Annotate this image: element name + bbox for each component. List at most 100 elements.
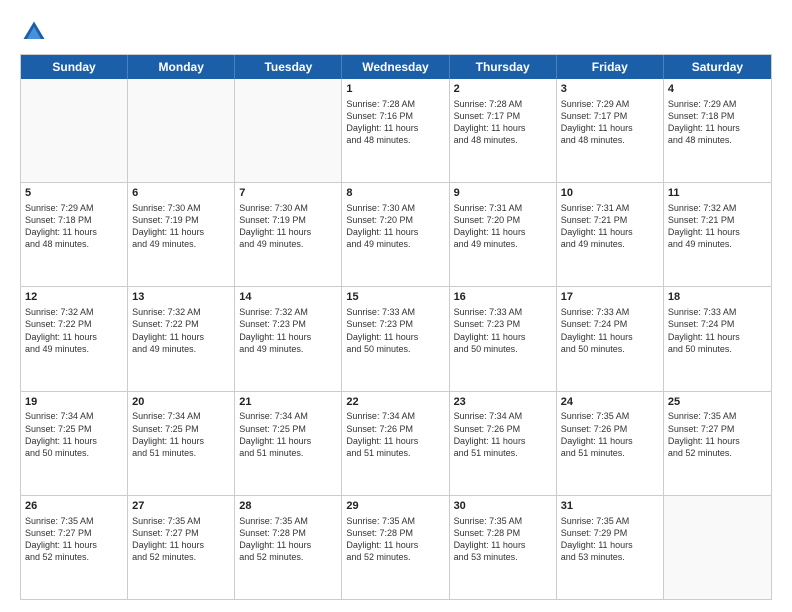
calendar-day-cell: 21Sunrise: 7:34 AM Sunset: 7:25 PM Dayli… (235, 392, 342, 495)
calendar-day-cell: 1Sunrise: 7:28 AM Sunset: 7:16 PM Daylig… (342, 79, 449, 182)
calendar-header-cell: Thursday (450, 55, 557, 79)
day-number: 10 (561, 186, 659, 201)
header (20, 18, 772, 46)
day-number: 16 (454, 290, 552, 305)
day-info: Sunrise: 7:35 AM Sunset: 7:29 PM Dayligh… (561, 515, 659, 564)
day-info: Sunrise: 7:29 AM Sunset: 7:17 PM Dayligh… (561, 98, 659, 147)
calendar-day-cell: 11Sunrise: 7:32 AM Sunset: 7:21 PM Dayli… (664, 183, 771, 286)
day-number: 27 (132, 499, 230, 514)
day-info: Sunrise: 7:29 AM Sunset: 7:18 PM Dayligh… (668, 98, 767, 147)
day-number: 14 (239, 290, 337, 305)
day-info: Sunrise: 7:35 AM Sunset: 7:27 PM Dayligh… (25, 515, 123, 564)
calendar-header-cell: Wednesday (342, 55, 449, 79)
day-number: 4 (668, 82, 767, 97)
calendar-day-cell: 13Sunrise: 7:32 AM Sunset: 7:22 PM Dayli… (128, 287, 235, 390)
day-number: 8 (346, 186, 444, 201)
calendar-week: 19Sunrise: 7:34 AM Sunset: 7:25 PM Dayli… (21, 392, 771, 496)
day-number: 31 (561, 499, 659, 514)
day-number: 11 (668, 186, 767, 201)
calendar-header: SundayMondayTuesdayWednesdayThursdayFrid… (21, 55, 771, 79)
day-number: 28 (239, 499, 337, 514)
day-info: Sunrise: 7:35 AM Sunset: 7:27 PM Dayligh… (132, 515, 230, 564)
day-info: Sunrise: 7:30 AM Sunset: 7:19 PM Dayligh… (239, 202, 337, 251)
day-info: Sunrise: 7:34 AM Sunset: 7:26 PM Dayligh… (346, 410, 444, 459)
day-info: Sunrise: 7:32 AM Sunset: 7:22 PM Dayligh… (25, 306, 123, 355)
day-info: Sunrise: 7:34 AM Sunset: 7:25 PM Dayligh… (239, 410, 337, 459)
day-number: 21 (239, 395, 337, 410)
calendar-day-cell: 16Sunrise: 7:33 AM Sunset: 7:23 PM Dayli… (450, 287, 557, 390)
calendar-day-cell: 14Sunrise: 7:32 AM Sunset: 7:23 PM Dayli… (235, 287, 342, 390)
day-number: 12 (25, 290, 123, 305)
calendar-day-cell: 28Sunrise: 7:35 AM Sunset: 7:28 PM Dayli… (235, 496, 342, 599)
calendar-day-cell: 5Sunrise: 7:29 AM Sunset: 7:18 PM Daylig… (21, 183, 128, 286)
calendar-empty-cell (21, 79, 128, 182)
day-info: Sunrise: 7:35 AM Sunset: 7:26 PM Dayligh… (561, 410, 659, 459)
calendar-day-cell: 4Sunrise: 7:29 AM Sunset: 7:18 PM Daylig… (664, 79, 771, 182)
day-number: 23 (454, 395, 552, 410)
day-number: 22 (346, 395, 444, 410)
calendar-header-cell: Monday (128, 55, 235, 79)
calendar-day-cell: 3Sunrise: 7:29 AM Sunset: 7:17 PM Daylig… (557, 79, 664, 182)
day-info: Sunrise: 7:28 AM Sunset: 7:16 PM Dayligh… (346, 98, 444, 147)
day-number: 25 (668, 395, 767, 410)
day-info: Sunrise: 7:30 AM Sunset: 7:20 PM Dayligh… (346, 202, 444, 251)
day-info: Sunrise: 7:32 AM Sunset: 7:22 PM Dayligh… (132, 306, 230, 355)
page: SundayMondayTuesdayWednesdayThursdayFrid… (0, 0, 792, 612)
day-info: Sunrise: 7:30 AM Sunset: 7:19 PM Dayligh… (132, 202, 230, 251)
day-number: 7 (239, 186, 337, 201)
day-number: 17 (561, 290, 659, 305)
calendar-day-cell: 15Sunrise: 7:33 AM Sunset: 7:23 PM Dayli… (342, 287, 449, 390)
day-info: Sunrise: 7:34 AM Sunset: 7:25 PM Dayligh… (132, 410, 230, 459)
day-info: Sunrise: 7:34 AM Sunset: 7:26 PM Dayligh… (454, 410, 552, 459)
calendar-header-cell: Tuesday (235, 55, 342, 79)
calendar-week: 12Sunrise: 7:32 AM Sunset: 7:22 PM Dayli… (21, 287, 771, 391)
day-number: 5 (25, 186, 123, 201)
calendar-day-cell: 8Sunrise: 7:30 AM Sunset: 7:20 PM Daylig… (342, 183, 449, 286)
day-number: 20 (132, 395, 230, 410)
logo-icon (20, 18, 48, 46)
calendar-day-cell: 26Sunrise: 7:35 AM Sunset: 7:27 PM Dayli… (21, 496, 128, 599)
calendar-empty-cell (235, 79, 342, 182)
calendar-week: 1Sunrise: 7:28 AM Sunset: 7:16 PM Daylig… (21, 79, 771, 183)
logo (20, 18, 52, 46)
day-info: Sunrise: 7:31 AM Sunset: 7:21 PM Dayligh… (561, 202, 659, 251)
calendar-header-cell: Friday (557, 55, 664, 79)
day-number: 24 (561, 395, 659, 410)
day-number: 6 (132, 186, 230, 201)
calendar-day-cell: 30Sunrise: 7:35 AM Sunset: 7:28 PM Dayli… (450, 496, 557, 599)
day-number: 3 (561, 82, 659, 97)
calendar-day-cell: 10Sunrise: 7:31 AM Sunset: 7:21 PM Dayli… (557, 183, 664, 286)
day-info: Sunrise: 7:32 AM Sunset: 7:21 PM Dayligh… (668, 202, 767, 251)
day-info: Sunrise: 7:34 AM Sunset: 7:25 PM Dayligh… (25, 410, 123, 459)
calendar-day-cell: 23Sunrise: 7:34 AM Sunset: 7:26 PM Dayli… (450, 392, 557, 495)
calendar-day-cell: 31Sunrise: 7:35 AM Sunset: 7:29 PM Dayli… (557, 496, 664, 599)
day-number: 26 (25, 499, 123, 514)
day-number: 19 (25, 395, 123, 410)
day-number: 29 (346, 499, 444, 514)
day-info: Sunrise: 7:35 AM Sunset: 7:28 PM Dayligh… (454, 515, 552, 564)
calendar-day-cell: 18Sunrise: 7:33 AM Sunset: 7:24 PM Dayli… (664, 287, 771, 390)
calendar-day-cell: 9Sunrise: 7:31 AM Sunset: 7:20 PM Daylig… (450, 183, 557, 286)
calendar-day-cell: 24Sunrise: 7:35 AM Sunset: 7:26 PM Dayli… (557, 392, 664, 495)
day-number: 9 (454, 186, 552, 201)
day-info: Sunrise: 7:31 AM Sunset: 7:20 PM Dayligh… (454, 202, 552, 251)
calendar-day-cell: 20Sunrise: 7:34 AM Sunset: 7:25 PM Dayli… (128, 392, 235, 495)
day-number: 15 (346, 290, 444, 305)
calendar: SundayMondayTuesdayWednesdayThursdayFrid… (20, 54, 772, 600)
day-info: Sunrise: 7:35 AM Sunset: 7:28 PM Dayligh… (346, 515, 444, 564)
day-info: Sunrise: 7:29 AM Sunset: 7:18 PM Dayligh… (25, 202, 123, 251)
day-number: 30 (454, 499, 552, 514)
day-info: Sunrise: 7:32 AM Sunset: 7:23 PM Dayligh… (239, 306, 337, 355)
calendar-week: 26Sunrise: 7:35 AM Sunset: 7:27 PM Dayli… (21, 496, 771, 599)
day-info: Sunrise: 7:33 AM Sunset: 7:23 PM Dayligh… (454, 306, 552, 355)
day-info: Sunrise: 7:33 AM Sunset: 7:23 PM Dayligh… (346, 306, 444, 355)
day-number: 13 (132, 290, 230, 305)
day-info: Sunrise: 7:35 AM Sunset: 7:27 PM Dayligh… (668, 410, 767, 459)
calendar-day-cell: 17Sunrise: 7:33 AM Sunset: 7:24 PM Dayli… (557, 287, 664, 390)
calendar-empty-cell (664, 496, 771, 599)
day-info: Sunrise: 7:28 AM Sunset: 7:17 PM Dayligh… (454, 98, 552, 147)
calendar-day-cell: 7Sunrise: 7:30 AM Sunset: 7:19 PM Daylig… (235, 183, 342, 286)
calendar-day-cell: 19Sunrise: 7:34 AM Sunset: 7:25 PM Dayli… (21, 392, 128, 495)
day-number: 2 (454, 82, 552, 97)
calendar-day-cell: 29Sunrise: 7:35 AM Sunset: 7:28 PM Dayli… (342, 496, 449, 599)
